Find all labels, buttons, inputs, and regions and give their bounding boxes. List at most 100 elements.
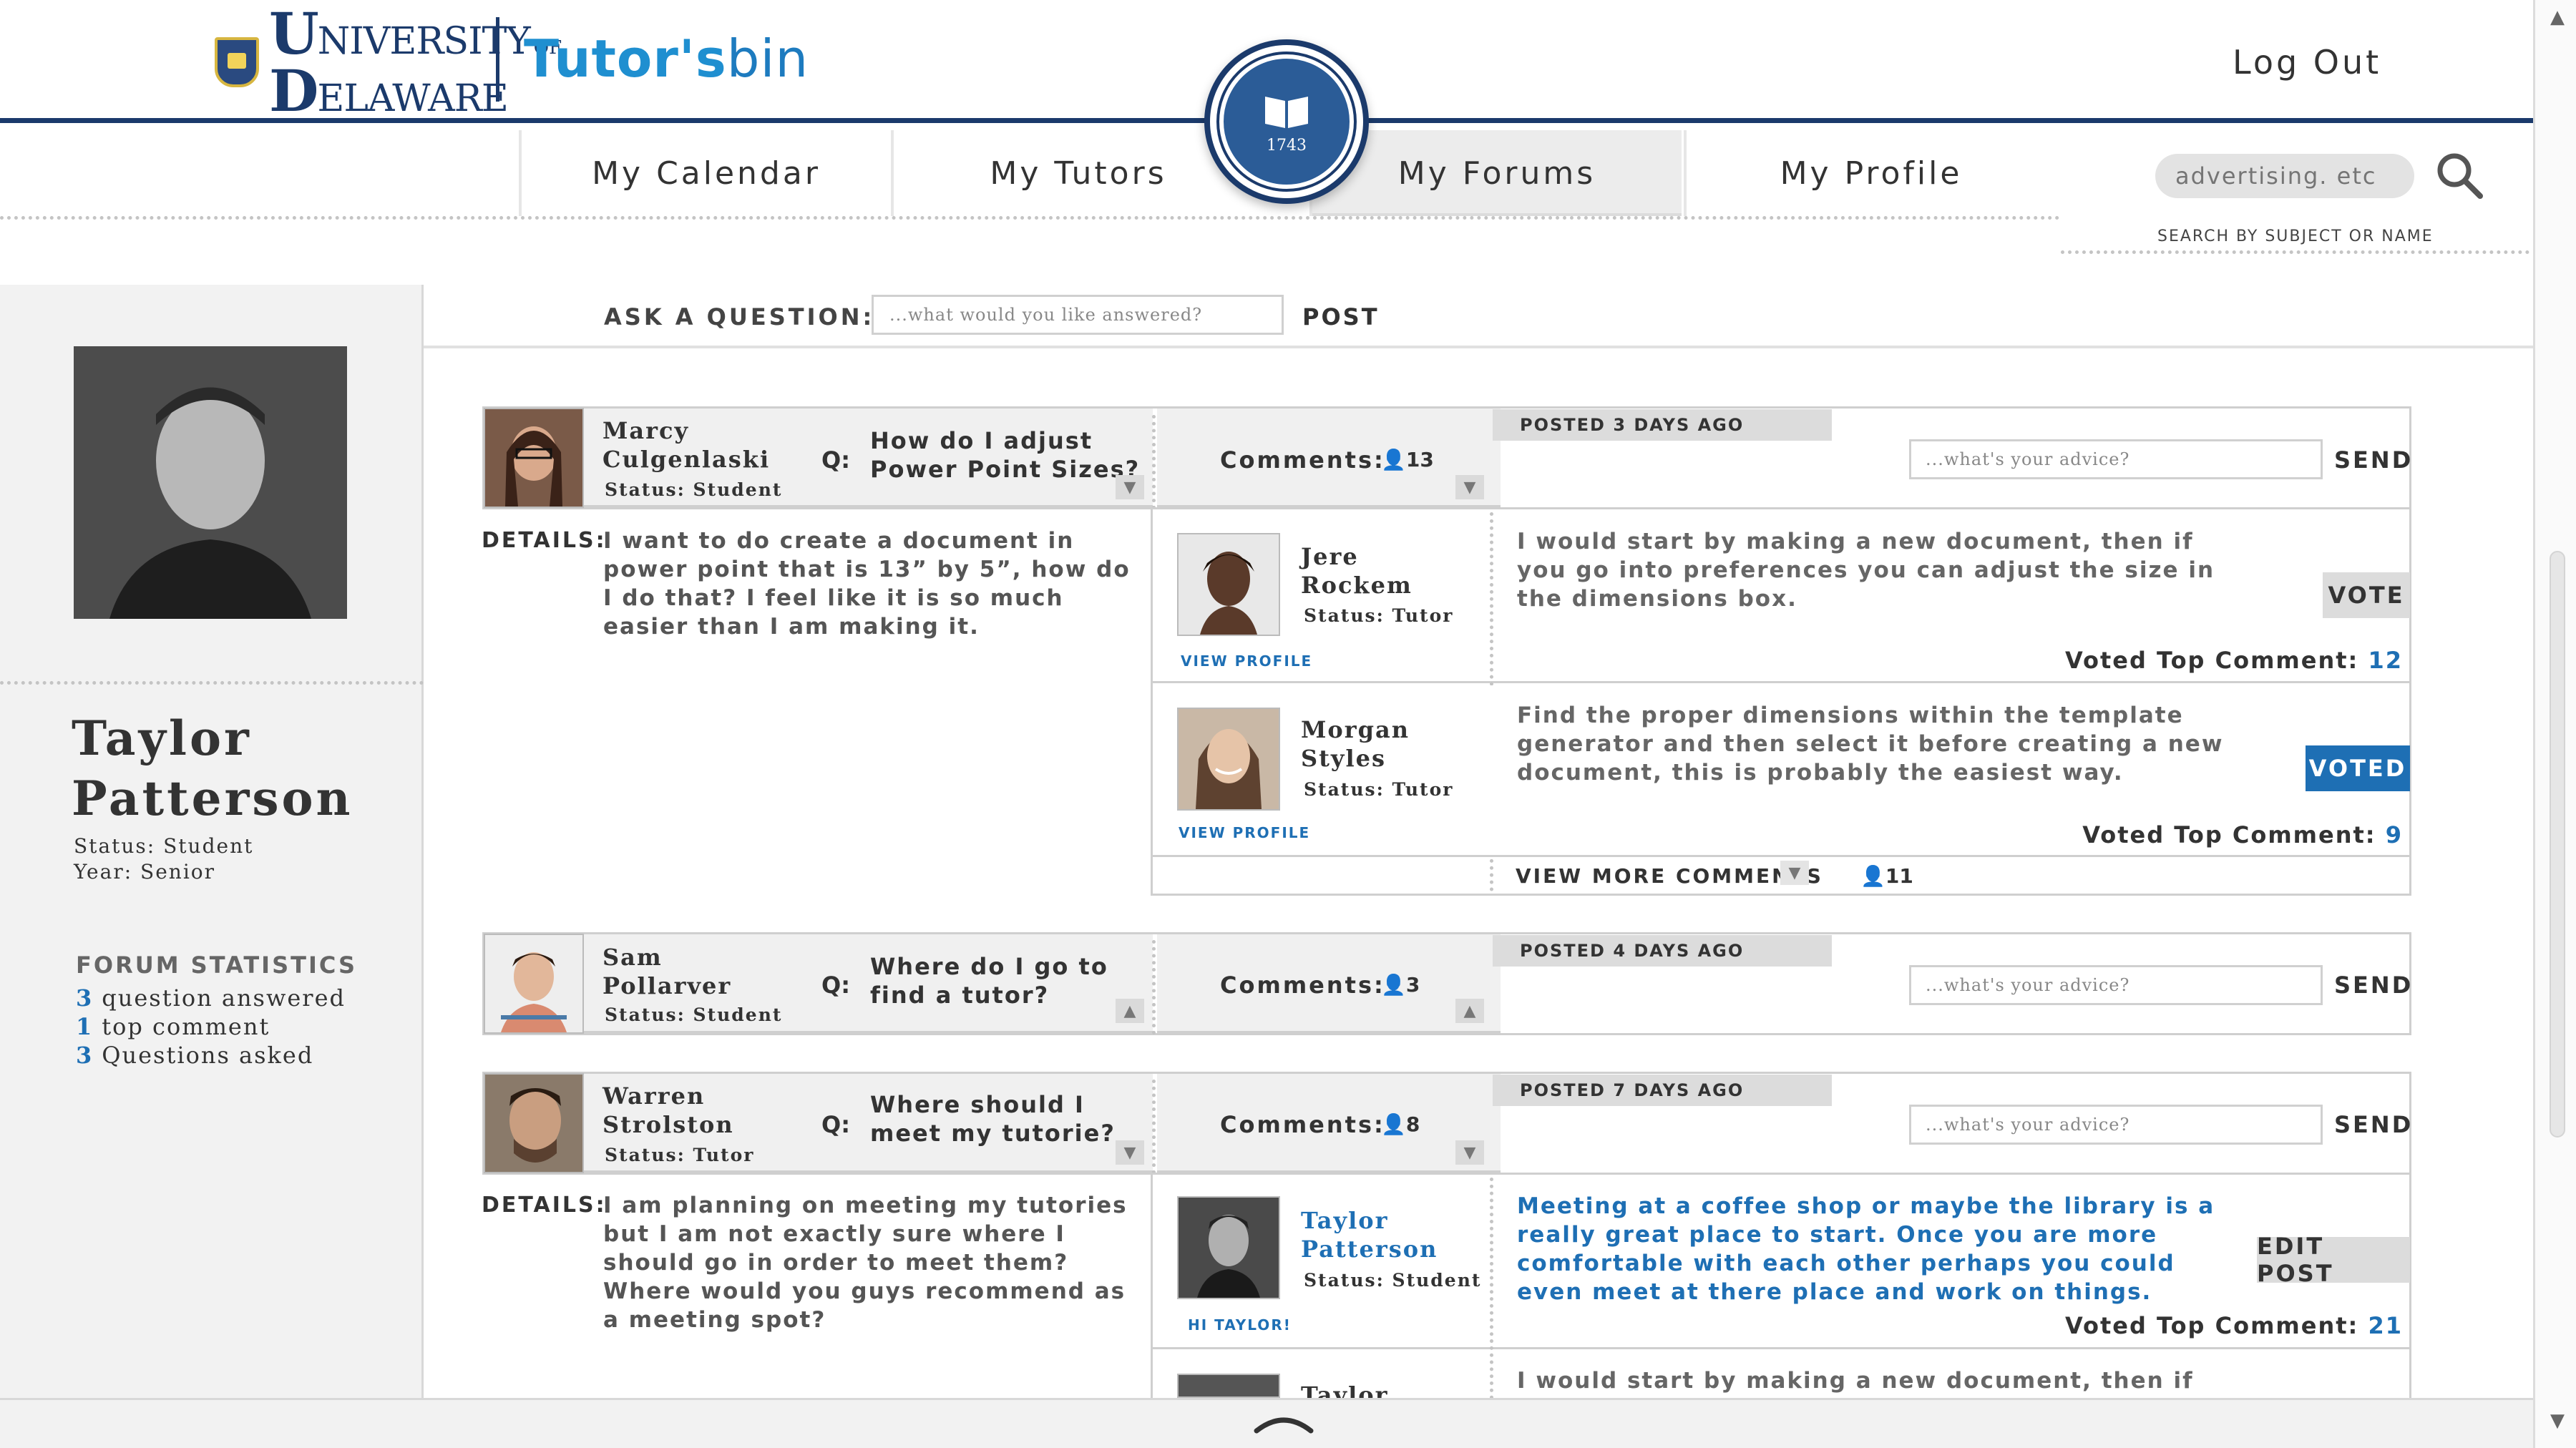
- ask-question-label: ASK A QUESTION:: [604, 303, 875, 331]
- chevron-up-icon[interactable]: [1254, 1409, 1314, 1438]
- search-icon[interactable]: [2433, 149, 2484, 200]
- post-author-name[interactable]: Warren Strolston: [602, 1082, 734, 1139]
- details-label: DETAILS:: [482, 528, 607, 553]
- post-button[interactable]: POST: [1302, 303, 1380, 331]
- avatar[interactable]: [1177, 533, 1280, 636]
- post-author-name[interactable]: Sam Pollarver: [602, 943, 731, 1000]
- chevron-down-icon[interactable]: ▼: [1455, 475, 1484, 499]
- question-title[interactable]: Where do I go to find a tutor?: [870, 952, 1108, 1009]
- comments-count: 👤13: [1381, 448, 1434, 471]
- sidebar-divider: [0, 681, 424, 685]
- question-title[interactable]: How do I adjust Power Point Sizes?: [870, 426, 1140, 484]
- search-divider: [2061, 250, 2529, 254]
- avatar-image: [1179, 534, 1279, 635]
- advice-input[interactable]: ...what's your advice?: [1909, 439, 2323, 479]
- ask-question-input[interactable]: ...what would you like answered?: [872, 295, 1284, 335]
- chevron-down-icon[interactable]: ▼: [1116, 1140, 1144, 1165]
- profile-year: Year: Senior: [74, 860, 216, 884]
- greeting-link[interactable]: HI TAYLOR!: [1188, 1316, 1292, 1334]
- avatar[interactable]: [1177, 708, 1280, 811]
- post-author-status: Status: Tutor: [605, 1145, 755, 1165]
- advice-input[interactable]: ...what's your advice?: [1909, 965, 2323, 1005]
- university-seal[interactable]: 1743: [1204, 39, 1369, 204]
- logout-button[interactable]: Log Out: [2233, 43, 2381, 82]
- comments-count: 👤8: [1381, 1112, 1420, 1136]
- scroll-thumb[interactable]: [2550, 551, 2565, 1138]
- seal-year: 1743: [1267, 136, 1307, 155]
- question-label: Q:: [821, 972, 850, 999]
- avatar-image: [485, 409, 582, 507]
- comment-author-status: Status: Student: [1304, 1270, 1482, 1291]
- chevron-up-icon[interactable]: ▲: [1455, 999, 1484, 1023]
- comment-text: Meeting at a coffee shop or maybe the li…: [1517, 1193, 2215, 1305]
- user-icon: 👤: [1860, 864, 1885, 888]
- post-author-status: Status: Student: [605, 1004, 783, 1025]
- send-button[interactable]: SEND: [2334, 972, 2413, 999]
- comments-label: Comments:: [1220, 972, 1385, 999]
- university-wordmark: UNIVERSITY OF DELAWARE: [269, 0, 562, 124]
- crest-icon: [215, 37, 259, 87]
- profile-name: Taylor Patterson: [72, 710, 353, 826]
- posted-badge: POSTED 7 DAYS AGO: [1493, 1075, 1832, 1106]
- avatar-image: [485, 1075, 582, 1172]
- avatar-image: [485, 935, 582, 1032]
- chevron-down-icon[interactable]: ▼: [1455, 1140, 1484, 1165]
- question-title[interactable]: Where should Imeet my tutorie?: [870, 1090, 1116, 1148]
- send-button[interactable]: SEND: [2334, 446, 2413, 474]
- logo-divider: [496, 17, 499, 102]
- comment-text: Find the proper dimensions within the te…: [1517, 703, 2224, 786]
- comments-label: Comments:: [1220, 446, 1385, 474]
- view-more-comments-button[interactable]: VIEW MORE COMMENTS: [1516, 864, 1823, 888]
- stat-questions-asked: 3 Questions asked: [76, 1042, 314, 1069]
- tutorsbin-logo[interactable]: Tutor'sbin: [524, 29, 809, 89]
- nav-my-calendar[interactable]: My Calendar: [519, 130, 891, 216]
- page: UNIVERSITY OF DELAWARE Tutor'sbin Log Ou…: [0, 0, 2533, 1448]
- chevron-down-icon[interactable]: ▼: [1780, 861, 1809, 885]
- university-logo[interactable]: UNIVERSITY OF DELAWARE: [215, 5, 562, 119]
- comment-text: I would start by making a new document, …: [1517, 529, 2215, 612]
- posted-badge: POSTED 3 DAYS AGO: [1493, 409, 1832, 441]
- avatar[interactable]: [484, 934, 584, 1034]
- nav-my-profile[interactable]: My Profile: [1684, 130, 2056, 216]
- voted-button[interactable]: VOTED: [2306, 745, 2410, 791]
- book-icon: [1265, 96, 1308, 128]
- post-author-name[interactable]: Marcy Culgenlaski: [602, 416, 770, 474]
- avatar[interactable]: [1177, 1196, 1280, 1299]
- top-comment-count: Voted Top Comment: 9: [2082, 821, 2403, 848]
- chevron-up-icon[interactable]: ▲: [1116, 999, 1144, 1023]
- user-icon: 👤: [1381, 448, 1406, 471]
- scroll-down-arrow[interactable]: ▼: [2545, 1407, 2570, 1435]
- user-icon: 👤: [1381, 1112, 1406, 1136]
- comments-label: Comments:: [1220, 1111, 1385, 1138]
- seal-emblem: 1743: [1216, 52, 1357, 192]
- avatar[interactable]: [1177, 1374, 1280, 1398]
- send-button[interactable]: SEND: [2334, 1111, 2413, 1138]
- comment-author-name[interactable]: Morgan Styles: [1301, 715, 1410, 773]
- vote-button[interactable]: VOTE: [2323, 572, 2410, 618]
- forum-stats-title: FORUM STATISTICS: [76, 952, 357, 979]
- details-label: DETAILS:: [482, 1193, 607, 1218]
- search-input[interactable]: [2155, 154, 2414, 198]
- comment-author-name[interactable]: Jere Rockem: [1301, 542, 1413, 600]
- top-comment-count: Voted Top Comment: 21: [2064, 1312, 2403, 1339]
- posted-badge: POSTED 4 DAYS AGO: [1493, 935, 1832, 967]
- view-profile-link[interactable]: VIEW PROFILE: [1179, 824, 1310, 841]
- avatar: [74, 346, 347, 619]
- avatar[interactable]: [484, 408, 584, 508]
- edit-post-button[interactable]: EDIT POST: [2257, 1233, 2410, 1287]
- stat-questions-answered: 3 question answered: [76, 984, 346, 1012]
- profile-photo[interactable]: [74, 346, 347, 619]
- column-divider: [1490, 1178, 1493, 1399]
- column-divider: [1152, 415, 1156, 509]
- comments-count: 👤3: [1381, 973, 1420, 997]
- profile-status: Status: Student: [74, 834, 254, 858]
- avatar-image: [1179, 709, 1279, 809]
- comment-author-name[interactable]: Taylor Patterson: [1301, 1206, 1438, 1263]
- advice-input[interactable]: ...what's your advice?: [1909, 1105, 2323, 1145]
- post-author-status: Status: Student: [605, 479, 783, 500]
- nav-divider: [0, 216, 2061, 220]
- scroll-up-arrow[interactable]: ▲: [2545, 3, 2570, 31]
- avatar[interactable]: [484, 1073, 584, 1173]
- view-profile-link[interactable]: VIEW PROFILE: [1181, 652, 1312, 670]
- chevron-down-icon[interactable]: ▼: [1116, 475, 1144, 499]
